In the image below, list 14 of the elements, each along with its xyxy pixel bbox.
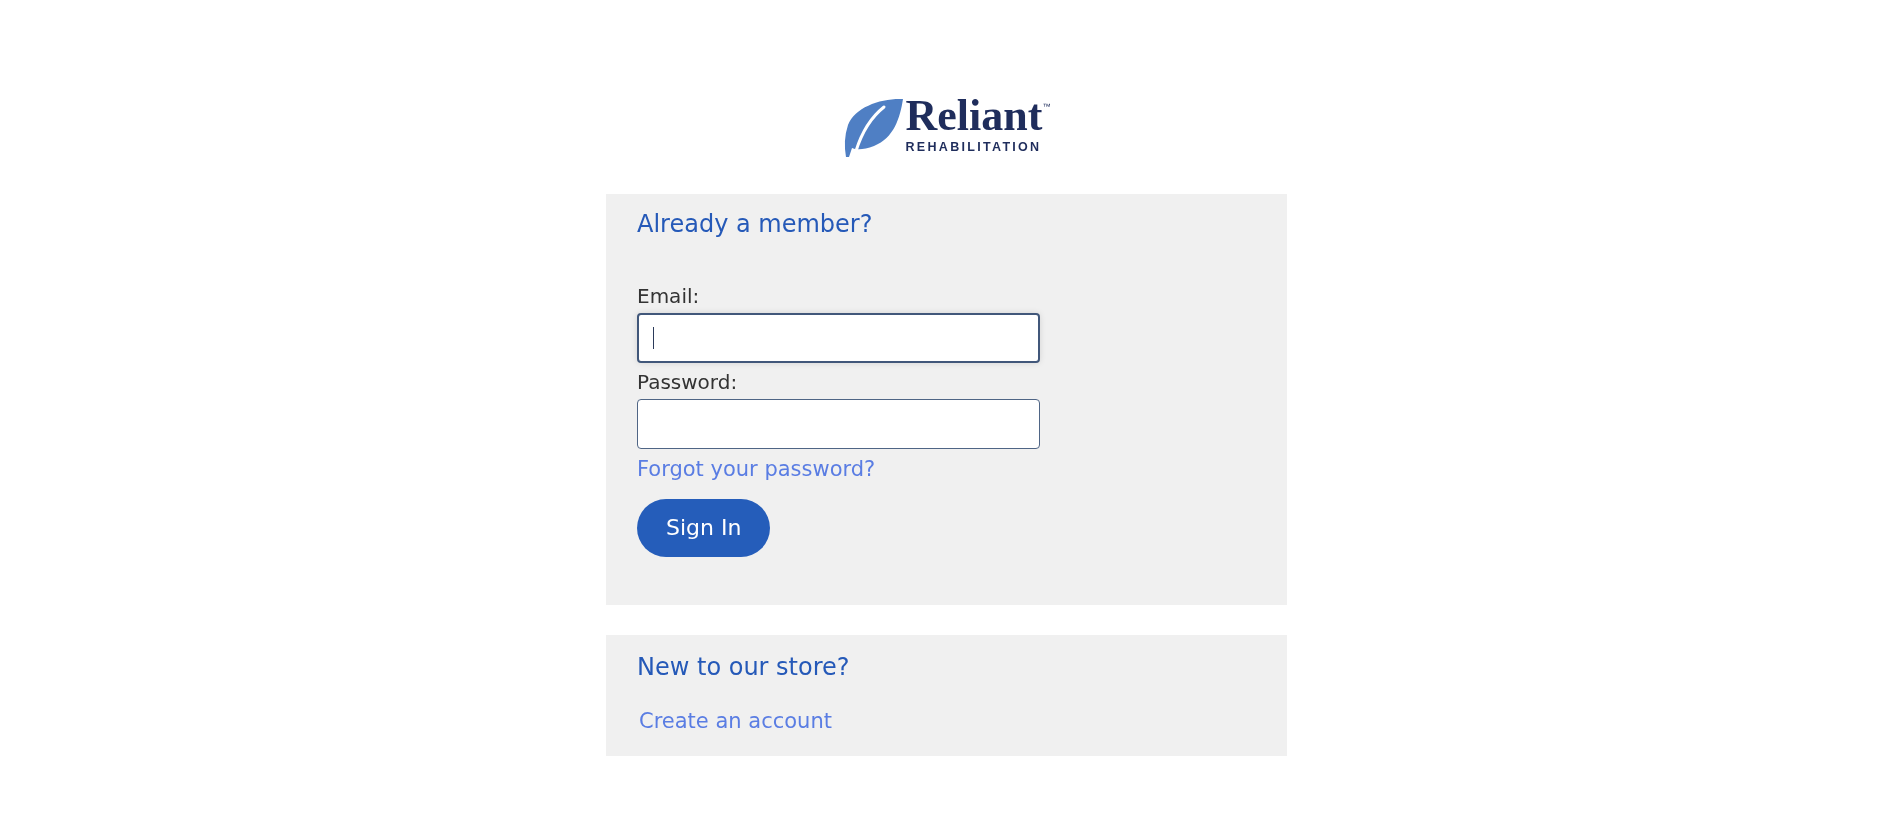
leaf-icon bbox=[842, 98, 903, 158]
trademark-sign: ™ bbox=[1042, 103, 1051, 111]
password-field[interactable] bbox=[637, 399, 1040, 449]
login-heading: Already a member? bbox=[637, 209, 873, 240]
email-field[interactable] bbox=[637, 313, 1040, 363]
brand-name: Reliant bbox=[905, 94, 1043, 138]
create-account-link[interactable]: Create an account bbox=[639, 707, 832, 735]
sign-in-button[interactable]: Sign In bbox=[637, 499, 771, 557]
text-cursor-icon bbox=[653, 327, 654, 349]
field-label: Password: bbox=[637, 369, 739, 395]
brand-tagline: REHABILITATION bbox=[905, 141, 1043, 153]
register-heading: New to our store? bbox=[637, 652, 850, 683]
forgot-password-link[interactable]: Forgot your password? bbox=[637, 455, 876, 483]
field-label: Email: bbox=[637, 283, 701, 309]
